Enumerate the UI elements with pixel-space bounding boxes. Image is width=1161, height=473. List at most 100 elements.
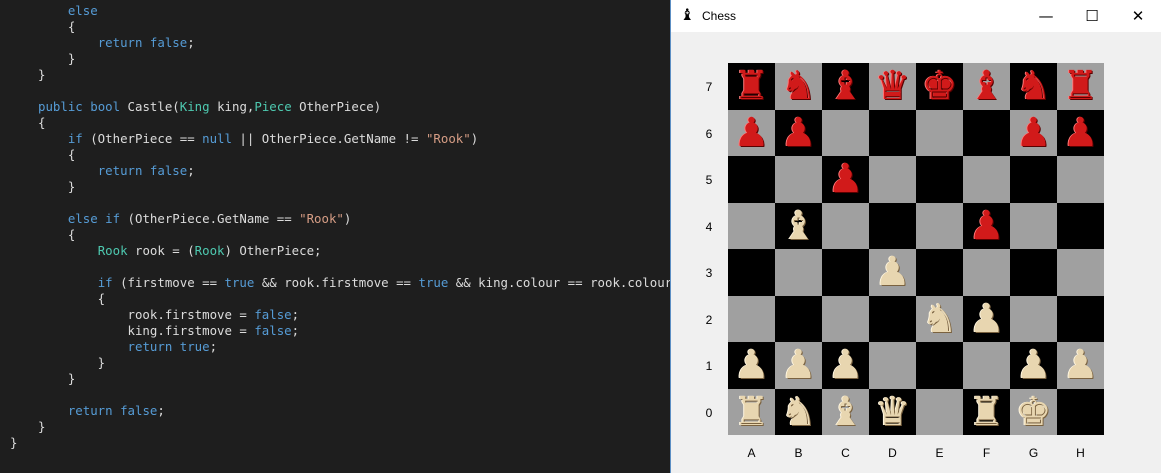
cream-knight-piece[interactable]: ♞ — [781, 392, 817, 432]
square-d0[interactable]: ♛ — [869, 388, 916, 435]
square-b4[interactable]: ♝ — [775, 202, 822, 249]
square-h6[interactable]: ♟ — [1057, 109, 1104, 156]
cream-pawn-piece[interactable]: ♟ — [828, 345, 864, 385]
square-b2[interactable] — [775, 295, 822, 342]
square-h5[interactable] — [1057, 156, 1104, 203]
square-d3[interactable]: ♟ — [869, 249, 916, 296]
red-pawn-piece[interactable]: ♟ — [969, 206, 1005, 246]
cream-pawn-piece[interactable]: ♟ — [1016, 345, 1052, 385]
red-pawn-piece[interactable]: ♟ — [1063, 113, 1099, 153]
red-king-piece[interactable]: ♚ — [922, 66, 958, 106]
red-knight-piece[interactable]: ♞ — [781, 66, 817, 106]
square-a1[interactable]: ♟ — [728, 342, 775, 389]
cream-bishop-piece[interactable]: ♝ — [781, 206, 817, 246]
red-bishop-piece[interactable]: ♝ — [969, 66, 1005, 106]
cream-pawn-piece[interactable]: ♟ — [875, 252, 911, 292]
square-e5[interactable] — [916, 156, 963, 203]
cream-rook-piece[interactable]: ♜ — [969, 392, 1005, 432]
square-a7[interactable]: ♜ — [728, 63, 775, 110]
cream-pawn-piece[interactable]: ♟ — [1063, 345, 1099, 385]
square-g7[interactable]: ♞ — [1010, 63, 1057, 110]
square-f7[interactable]: ♝ — [963, 63, 1010, 110]
cream-pawn-piece[interactable]: ♟ — [969, 299, 1005, 339]
square-f0[interactable]: ♜ — [963, 388, 1010, 435]
code-editor[interactable]: else { return false; }} public bool Castl… — [0, 0, 670, 473]
square-c1[interactable]: ♟ — [822, 342, 869, 389]
square-c0[interactable]: ♝ — [822, 388, 869, 435]
square-d2[interactable] — [869, 295, 916, 342]
square-f4[interactable]: ♟ — [963, 202, 1010, 249]
close-button[interactable]: ✕ — [1115, 0, 1161, 32]
square-c2[interactable] — [822, 295, 869, 342]
square-c7[interactable]: ♝ — [822, 63, 869, 110]
square-b6[interactable]: ♟ — [775, 109, 822, 156]
square-e3[interactable] — [916, 249, 963, 296]
square-g1[interactable]: ♟ — [1010, 342, 1057, 389]
square-d5[interactable] — [869, 156, 916, 203]
square-a4[interactable] — [728, 202, 775, 249]
red-rook-piece[interactable]: ♜ — [1063, 66, 1099, 106]
square-a2[interactable] — [728, 295, 775, 342]
code-line: public bool Castle(King king,Piece Other… — [38, 99, 381, 115]
cream-queen-piece[interactable]: ♛ — [875, 392, 911, 432]
square-h4[interactable] — [1057, 202, 1104, 249]
cream-rook-piece[interactable]: ♜ — [734, 392, 770, 432]
square-h3[interactable] — [1057, 249, 1104, 296]
square-g3[interactable] — [1010, 249, 1057, 296]
square-g4[interactable] — [1010, 202, 1057, 249]
cream-king-piece[interactable]: ♚ — [1016, 392, 1052, 432]
square-b1[interactable]: ♟ — [775, 342, 822, 389]
red-bishop-piece[interactable]: ♝ — [828, 66, 864, 106]
red-queen-piece[interactable]: ♛ — [875, 66, 911, 106]
square-e0[interactable] — [916, 388, 963, 435]
cream-bishop-piece[interactable]: ♝ — [828, 392, 864, 432]
square-h1[interactable]: ♟ — [1057, 342, 1104, 389]
square-a0[interactable]: ♜ — [728, 388, 775, 435]
square-c4[interactable] — [822, 202, 869, 249]
square-e6[interactable] — [916, 109, 963, 156]
square-c6[interactable] — [822, 109, 869, 156]
square-g0[interactable]: ♚ — [1010, 388, 1057, 435]
square-b0[interactable]: ♞ — [775, 388, 822, 435]
red-pawn-piece[interactable]: ♟ — [828, 159, 864, 199]
square-f6[interactable] — [963, 109, 1010, 156]
square-g5[interactable] — [1010, 156, 1057, 203]
square-e2[interactable]: ♞ — [916, 295, 963, 342]
square-b5[interactable] — [775, 156, 822, 203]
square-e4[interactable] — [916, 202, 963, 249]
square-f2[interactable]: ♟ — [963, 295, 1010, 342]
square-a3[interactable] — [728, 249, 775, 296]
square-d7[interactable]: ♛ — [869, 63, 916, 110]
square-d6[interactable] — [869, 109, 916, 156]
square-c5[interactable]: ♟ — [822, 156, 869, 203]
maximize-button[interactable]: ☐ — [1069, 0, 1115, 32]
square-a5[interactable] — [728, 156, 775, 203]
red-pawn-piece[interactable]: ♟ — [734, 113, 770, 153]
cream-pawn-piece[interactable]: ♟ — [734, 345, 770, 385]
square-d4[interactable] — [869, 202, 916, 249]
cream-pawn-piece[interactable]: ♟ — [781, 345, 817, 385]
square-f1[interactable] — [963, 342, 1010, 389]
red-rook-piece[interactable]: ♜ — [734, 66, 770, 106]
square-e1[interactable] — [916, 342, 963, 389]
square-f5[interactable] — [963, 156, 1010, 203]
red-pawn-piece[interactable]: ♟ — [781, 113, 817, 153]
square-g2[interactable] — [1010, 295, 1057, 342]
square-h2[interactable] — [1057, 295, 1104, 342]
square-g6[interactable]: ♟ — [1010, 109, 1057, 156]
chess-board[interactable]: ♜ ♞ ♝ ♛ ♚ ♝ ♞ ♜ ♟ ♟ ♟ ♟ ♟ ♝ ♟ ♟ ♞ ♟ ♟ ♟ ♟ ♟ ♟ ♜ ♞ ♝ ♛ ♜ ♚ — [728, 63, 1104, 435]
red-pawn-piece[interactable]: ♟ — [1016, 113, 1052, 153]
square-h0[interactable] — [1057, 388, 1104, 435]
square-e7[interactable]: ♚ — [916, 63, 963, 110]
square-f3[interactable] — [963, 249, 1010, 296]
red-knight-piece[interactable]: ♞ — [1016, 66, 1052, 106]
square-h7[interactable]: ♜ — [1057, 63, 1104, 110]
cream-knight-piece[interactable]: ♞ — [922, 299, 958, 339]
title-bar[interactable]: ♝ Chess — ☐ ✕ — [671, 0, 1161, 32]
square-b3[interactable] — [775, 249, 822, 296]
square-c3[interactable] — [822, 249, 869, 296]
minimize-button[interactable]: — — [1023, 0, 1069, 32]
square-a6[interactable]: ♟ — [728, 109, 775, 156]
square-b7[interactable]: ♞ — [775, 63, 822, 110]
square-d1[interactable] — [869, 342, 916, 389]
